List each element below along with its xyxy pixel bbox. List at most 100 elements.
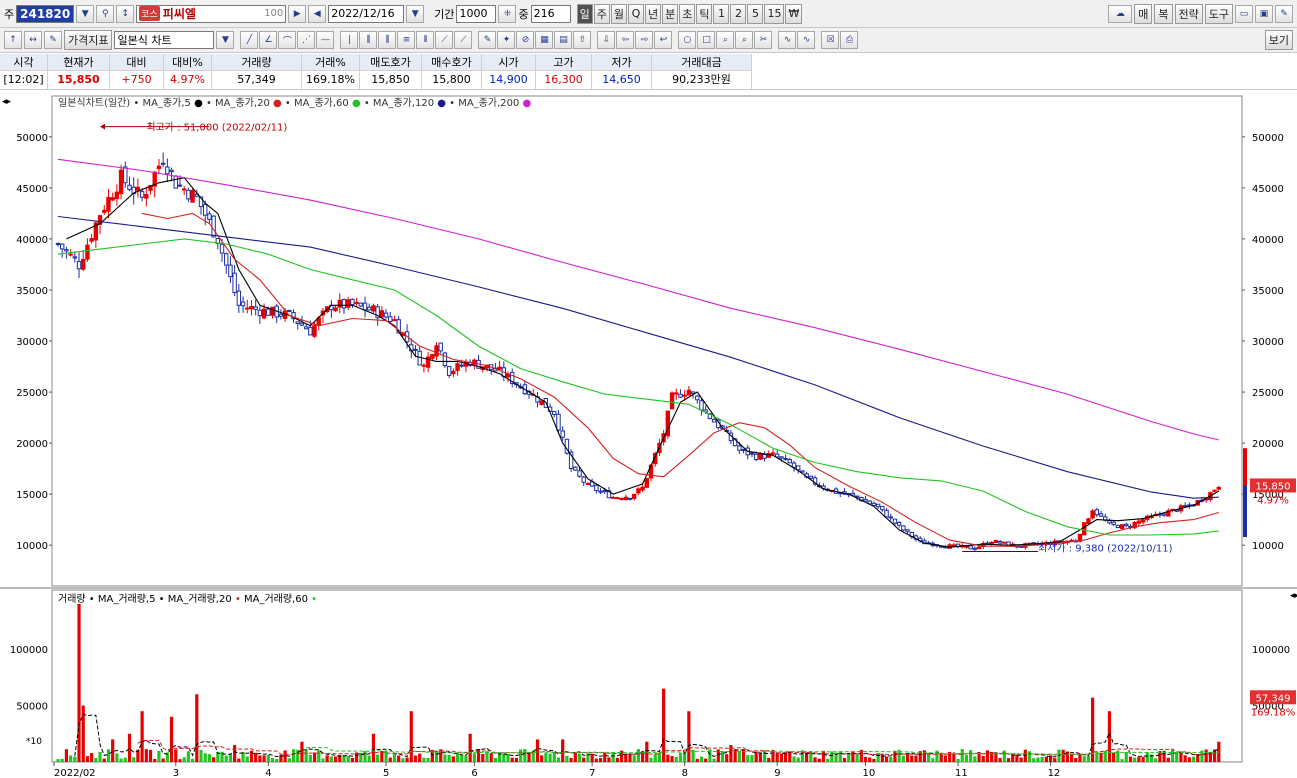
date-input[interactable]: 2022/12/16 [328,4,405,23]
period-button-2[interactable]: 월 [610,3,627,24]
drawing-tool-icon-5[interactable]: | [340,31,359,49]
drawing-tool-icon-1[interactable]: ∠ [259,31,278,49]
expand-icon[interactable]: ↔ [24,31,42,49]
volume-bar [582,757,586,762]
drawing-tool-icon-24[interactable]: ⌕ [716,31,735,49]
period-input[interactable]: 1000 [456,4,497,23]
search-icon[interactable]: ⚲ [96,4,115,23]
volume-bar [376,754,380,762]
candle-body [951,544,957,547]
volume-bar [725,754,729,762]
drawing-tool-icon-29[interactable]: ☒ [821,31,840,49]
stock-name-field[interactable]: 코스 피씨엘 100 [136,4,287,23]
period-button-group: 일 주 월 Q 년 분 초 틱 1 2 5 15 ₩ [576,3,803,24]
cloud-icon[interactable]: ☁ [1108,4,1133,23]
period-button-4[interactable]: 년 [644,3,662,24]
stock-code-input[interactable]: 241820 [16,4,75,23]
drawing-tool-icon-25[interactable]: ⌕ [735,31,754,49]
y-tick-label-right: 40000 [1252,235,1284,246]
volume-bar [969,750,973,762]
drawing-tool-icon-2[interactable]: ⌒ [278,31,297,49]
drawing-tool-icon-0[interactable]: ╱ [240,31,259,49]
strategy-button[interactable]: 전략 [1174,3,1203,24]
period-button-5[interactable]: 분 [662,3,679,24]
volume-bar [237,758,241,762]
drawing-tool-icon-23[interactable]: □ [697,31,716,49]
drawing-tool-icon-20[interactable]: ⇨ [635,31,654,49]
period-button-12[interactable]: ₩ [785,3,803,24]
drawing-tool-icon-30[interactable]: ⎙ [840,31,859,49]
drawing-tool-icon-6[interactable]: ⫼ [359,31,378,49]
drawing-tool-icon-3[interactable]: ⋰ [297,31,316,49]
volume-bar [262,755,266,762]
period-button-8[interactable]: 1 [713,3,730,24]
drawing-tool-icon-8[interactable]: ≡ [397,31,416,49]
volume-bar [1036,757,1040,762]
grid-icon[interactable]: ⁜ [498,4,517,23]
period-button-3[interactable]: Q [627,3,644,24]
drawing-tool-icon-18[interactable]: ⇩ [597,31,616,49]
drawing-tool-icon-17[interactable]: ⇧ [573,31,592,49]
up-arrow-icon[interactable]: ↑ [4,31,22,49]
drawing-tool-icon-10[interactable]: ⟋ [435,31,454,49]
candle-body [884,509,889,518]
volume-bar [577,753,582,762]
drawing-tool-icon-27[interactable]: ∿ [778,31,797,49]
tools-button[interactable]: 도구 [1204,3,1233,24]
drawing-tool-icon-16[interactable]: ▤ [554,31,573,49]
sort-icon[interactable]: ↕ [116,4,135,23]
count-input[interactable]: 216 [530,4,571,23]
chart-type-select[interactable]: 일본식 차트 [114,31,215,49]
volume-bar [561,739,565,762]
drawing-tool-icon-26[interactable]: ✂ [754,31,773,49]
candle-body [236,290,242,306]
price-indicator-button[interactable]: 가격지표 [64,30,113,50]
drawing-tool-icon-21[interactable]: ↩ [654,31,673,49]
drawing-tool-icon-19[interactable]: ⇦ [616,31,635,49]
price-chart[interactable]: 10000 1000015000 1500020000 2000025000 25000… [0,90,1297,778]
candle-body [228,264,233,278]
drawing-tool-icon-9[interactable]: ⫴ [416,31,435,49]
period-button-11[interactable]: 15 [764,3,785,24]
chart-type-dropdown-icon[interactable]: ▼ [216,31,235,49]
drawing-tool-icon-28[interactable]: ∿ [797,31,816,49]
volume-bar [884,756,889,762]
period-button-6[interactable]: 초 [679,3,696,24]
period-button-1[interactable]: 주 [593,3,610,24]
volume-axis-note: *10 [26,737,42,747]
drawing-tool-icon-22[interactable]: ○ [678,31,697,49]
volume-bar [632,755,636,762]
period-button-9[interactable]: 2 [730,3,747,24]
volume-bar [98,751,102,762]
drawing-tool-icon-11[interactable]: ⟋ [454,31,473,49]
drawing-tool-icon-7[interactable]: ⫼ [378,31,397,49]
buy-button[interactable]: 매 [1134,3,1153,24]
drawing-tool-icon-13[interactable]: ✦ [497,31,516,49]
copy-button[interactable]: 복 [1154,3,1173,24]
save-icon[interactable]: ▣ [1255,4,1273,23]
drawing-tool-icon-12[interactable]: ✎ [478,31,497,49]
date-dropdown-icon[interactable]: ▼ [406,4,425,23]
code-dropdown-icon[interactable]: ▼ [76,4,95,23]
prev-arrow-icon[interactable]: ◀ [308,4,327,23]
quote-header: 고가 [536,54,591,71]
volume-bar [283,750,287,762]
volume-bar [1053,758,1057,762]
next-arrow-icon[interactable]: ▶ [288,4,307,23]
period-button-10[interactable]: 5 [747,3,764,24]
volume-bar [363,750,367,762]
wrench-icon[interactable]: ✎ [1275,4,1293,23]
quote-col-7: 매수호가 15,800 [422,54,482,89]
candle-body [186,189,191,200]
volume-bar [1019,757,1023,762]
period-button-0[interactable]: 일 [576,3,593,24]
folder-icon[interactable]: ▭ [1235,4,1253,23]
volume-bar [350,758,355,762]
view-button[interactable]: 보기 [1264,30,1293,50]
edit-icon[interactable]: ✎ [44,31,62,49]
volume-bar [952,753,956,762]
drawing-tool-icon-15[interactable]: ▦ [535,31,554,49]
period-button-7[interactable]: 틱 [696,3,713,24]
drawing-tool-icon-14[interactable]: ⊘ [516,31,535,49]
drawing-tool-icon-4[interactable]: — [316,31,335,49]
